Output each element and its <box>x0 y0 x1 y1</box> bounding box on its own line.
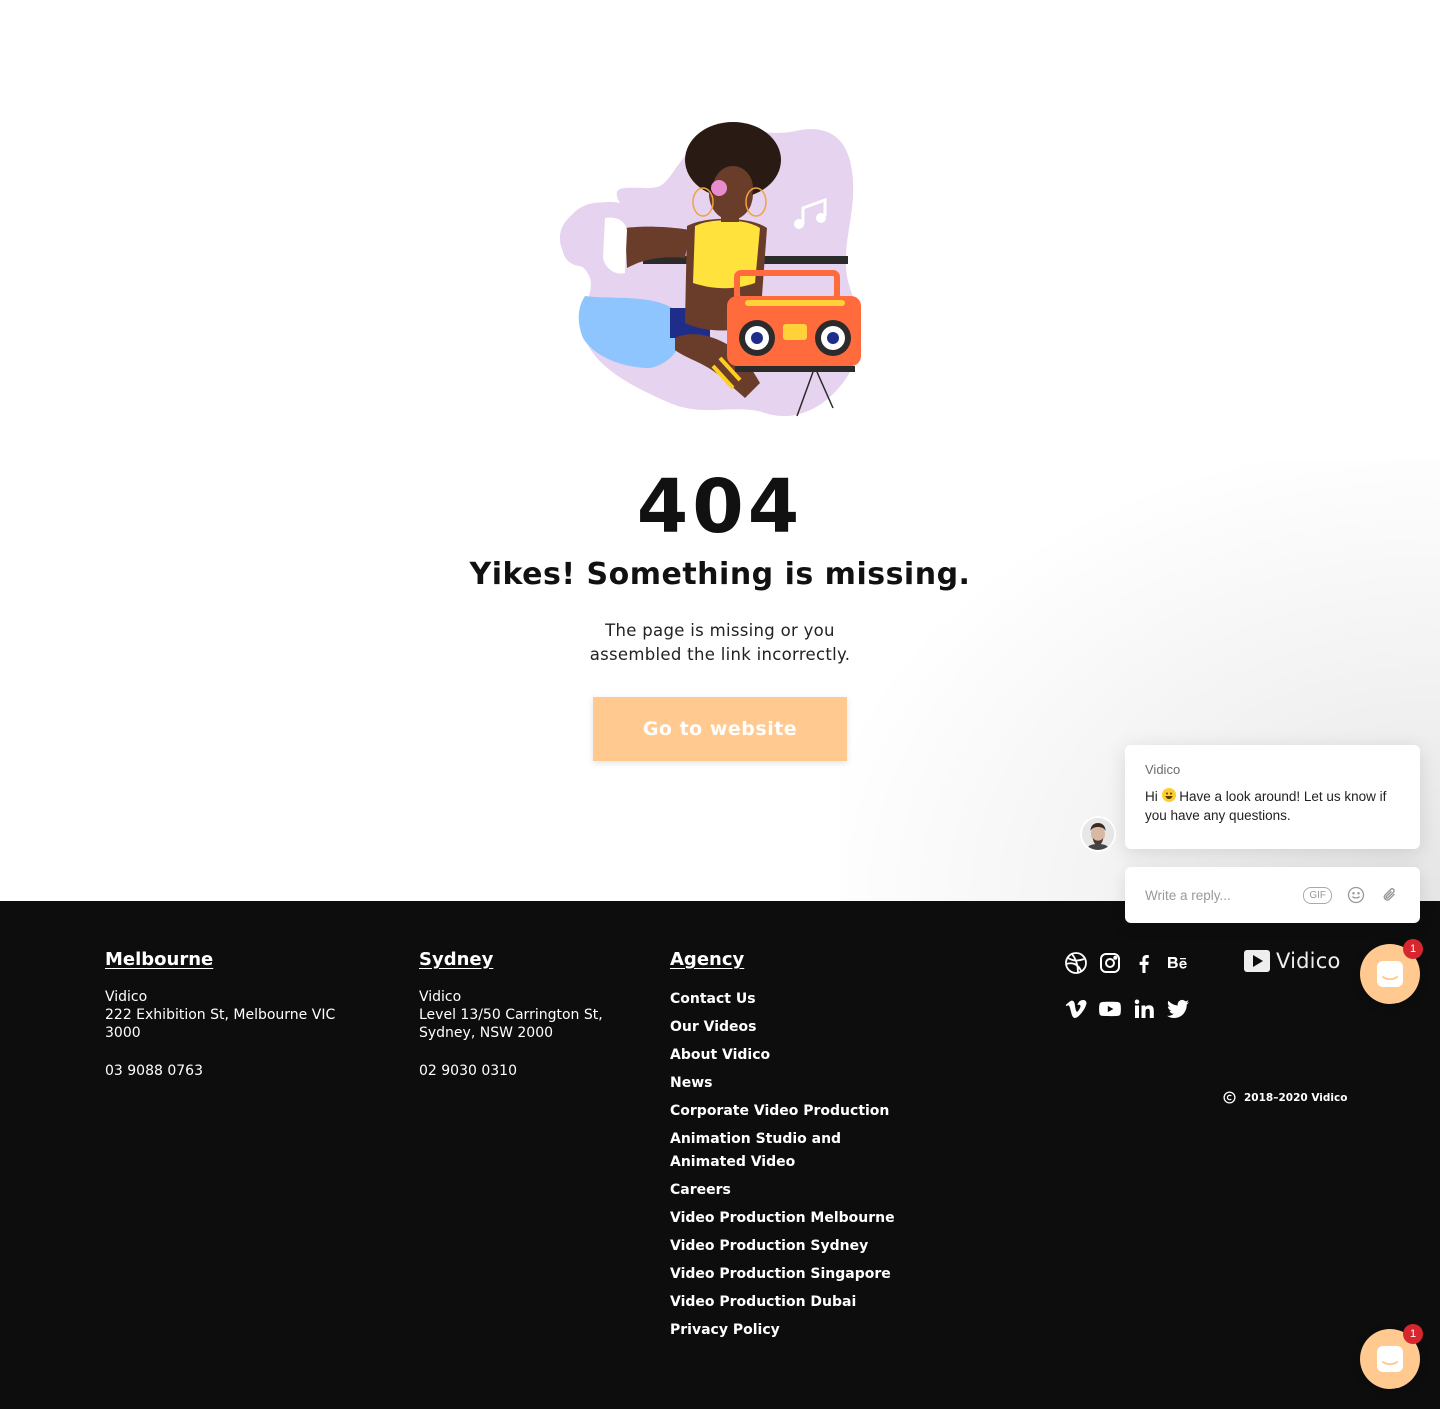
vidico-logo[interactable]: Vidico <box>1244 949 1341 973</box>
footer-link-privacy-policy[interactable]: Privacy Policy <box>670 1319 910 1342</box>
footer-link-video-melbourne[interactable]: Video Production Melbourne <box>670 1207 910 1230</box>
chat-message: Hi Have a look around! Let us know if yo… <box>1145 787 1400 825</box>
play-logo-icon <box>1244 950 1270 972</box>
dribbble-icon[interactable] <box>1062 949 1090 977</box>
footer-link-contact-us[interactable]: Contact Us <box>670 988 910 1011</box>
chat-icon <box>1377 1346 1403 1372</box>
linkedin-icon[interactable] <box>1130 995 1158 1023</box>
agency-links: Contact Us Our Videos About Vidico News … <box>670 988 930 1342</box>
chat-icon <box>1377 961 1403 987</box>
copyright-icon <box>1223 1091 1236 1104</box>
chat-message-card[interactable]: Vidico Hi Have a look around! Let us kno… <box>1125 745 1420 849</box>
copyright-text: 2018–2020 Vidico <box>1244 1091 1348 1104</box>
chat-reply-box: GIF <box>1125 867 1420 923</box>
footer: Melbourne Vidico 222 Exhibition St, Melb… <box>0 901 1440 1409</box>
chat-body: Have a look around! Let us know if you h… <box>1145 789 1387 823</box>
go-to-website-button[interactable]: Go to website <box>593 697 847 761</box>
chat-launcher-button-bottom[interactable]: 1 <box>1360 1324 1423 1389</box>
melbourne-phone[interactable]: 03 9088 0763 <box>105 1062 345 1080</box>
grinning-emoji-icon <box>1161 788 1176 802</box>
melbourne-address: 222 Exhibition St, Melbourne VIC 3000 <box>105 1007 336 1041</box>
footer-link-corporate-video[interactable]: Corporate Video Production <box>670 1100 910 1123</box>
boombox-girl-illustration <box>560 122 861 417</box>
melbourne-heading-link[interactable]: Melbourne <box>105 949 213 970</box>
footer-agency: Agency Contact Us Our Videos About Vidic… <box>670 949 930 1347</box>
footer-sydney: Sydney Vidico Level 13/50 Carrington St,… <box>419 949 619 1080</box>
footer-link-video-sydney[interactable]: Video Production Sydney <box>670 1235 910 1258</box>
reply-tools: GIF <box>1303 885 1400 905</box>
footer-link-careers[interactable]: Careers <box>670 1179 910 1202</box>
vimeo-icon[interactable] <box>1062 995 1090 1023</box>
facebook-icon[interactable] <box>1130 949 1158 977</box>
sydney-phone[interactable]: 02 9030 0310 <box>419 1062 619 1080</box>
agent-avatar <box>1080 816 1116 852</box>
brand-name: Vidico <box>1276 949 1341 973</box>
youtube-icon[interactable] <box>1096 995 1124 1023</box>
melbourne-company: Vidico <box>105 989 148 1005</box>
gif-button[interactable]: GIF <box>1303 886 1332 904</box>
footer-link-video-dubai[interactable]: Video Production Dubai <box>670 1291 910 1314</box>
instagram-icon[interactable] <box>1096 949 1124 977</box>
footer-link-about-vidico[interactable]: About Vidico <box>670 1044 910 1067</box>
footer-link-news[interactable]: News <box>670 1072 910 1095</box>
chat-sender: Vidico <box>1145 762 1181 777</box>
attachment-icon[interactable] <box>1380 885 1400 905</box>
footer-link-our-videos[interactable]: Our Videos <box>670 1016 910 1039</box>
error-description: The page is missing or you assembled the… <box>589 621 851 664</box>
error-code: 404 <box>636 464 804 550</box>
footer-link-animation-studio[interactable]: Animation Studio and Animated Video <box>670 1128 910 1174</box>
behance-icon[interactable] <box>1164 949 1192 977</box>
social-links <box>1062 949 1202 1023</box>
footer-melbourne: Melbourne Vidico 222 Exhibition St, Melb… <box>105 949 345 1080</box>
chat-greeting: Hi <box>1145 789 1158 804</box>
sydney-address: Level 13/50 Carrington St, Sydney, NSW 2… <box>419 1007 603 1041</box>
reply-input[interactable] <box>1145 887 1285 903</box>
error-title: Yikes! Something is missing. <box>469 557 971 592</box>
unread-badge: 1 <box>1403 939 1423 959</box>
copyright: 2018–2020 Vidico <box>1223 1091 1347 1104</box>
footer-link-video-singapore[interactable]: Video Production Singapore <box>670 1263 910 1286</box>
unread-badge: 1 <box>1403 1324 1423 1344</box>
twitter-icon[interactable] <box>1164 995 1192 1023</box>
sydney-heading-link[interactable]: Sydney <box>419 949 493 970</box>
chat-launcher-button[interactable]: 1 <box>1360 939 1423 1004</box>
sydney-company: Vidico <box>419 989 462 1005</box>
agency-heading-link[interactable]: Agency <box>670 949 744 970</box>
emoji-picker-icon[interactable] <box>1346 885 1366 905</box>
